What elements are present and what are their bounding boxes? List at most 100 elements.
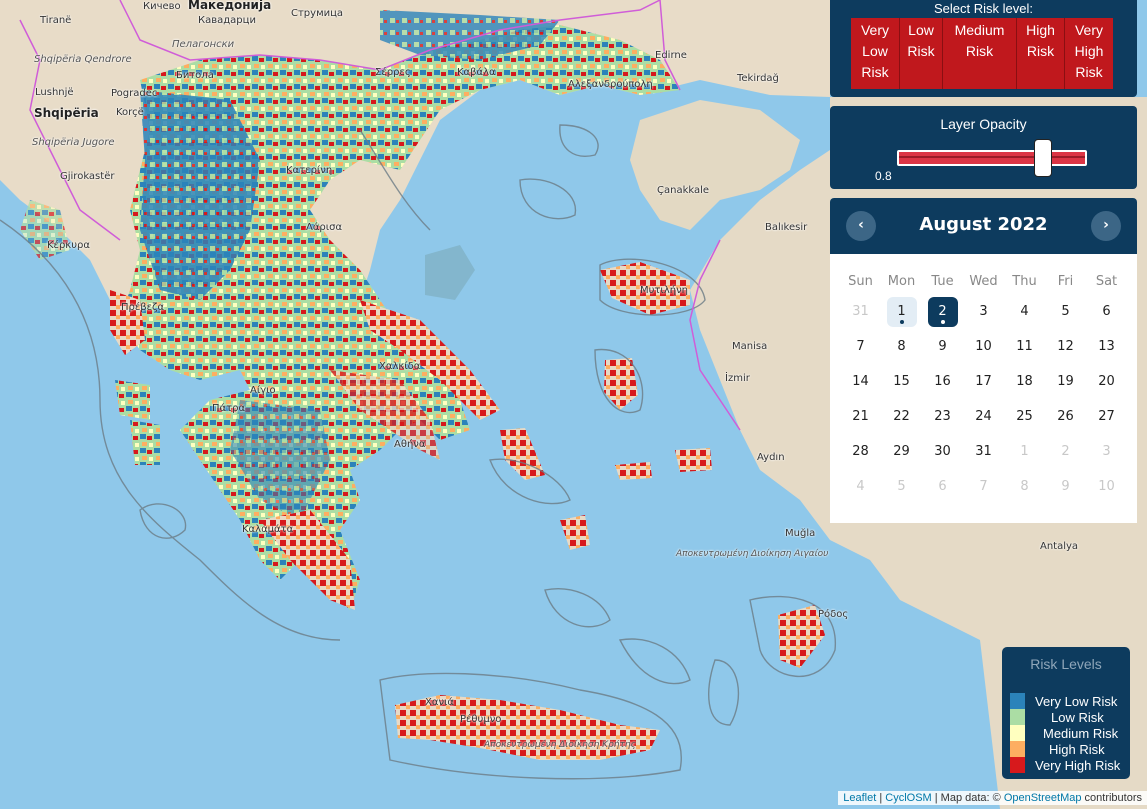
opacity-slider-thumb[interactable]: [1034, 139, 1052, 177]
calendar-day[interactable]: 18: [1004, 366, 1045, 401]
calendar-day-number: 20: [1098, 374, 1115, 389]
map-label: Χανιά: [425, 697, 455, 708]
calendar-day[interactable]: 15: [881, 366, 922, 401]
calendar-day[interactable]: 16: [922, 366, 963, 401]
risk-legend: Risk Levels Very Low Risk Low Risk Mediu…: [1002, 647, 1130, 779]
calendar-day-number: 24: [975, 409, 992, 424]
map-label: Χαλκίδα: [379, 361, 421, 372]
calendar-day[interactable]: 9: [922, 331, 963, 366]
calendar-day-outside: 6: [922, 471, 963, 506]
weekday-label: Wed: [969, 274, 998, 289]
cyclosm-link[interactable]: CyclOSM: [885, 792, 931, 804]
calendar-day-number: 31: [852, 304, 869, 319]
calendar-day[interactable]: 25: [1004, 401, 1045, 436]
risk-level-buttons: Very Low Risk Low Risk Medium Risk High …: [851, 18, 1113, 89]
calendar-day[interactable]: 20: [1086, 366, 1127, 401]
calendar-day[interactable]: 7: [840, 331, 881, 366]
calendar-grid: Sun Mon Tue Wed Thu Fri Sat 31 1 2 3 4 5 6 7 8 9 10 11 12 13…: [840, 268, 1127, 506]
risk-button-medium[interactable]: Medium Risk: [943, 18, 1017, 89]
layer-opacity-title: Layer Opacity: [940, 116, 1027, 132]
risk-button-high[interactable]: High Risk: [1017, 18, 1065, 89]
calendar-day-number: 17: [975, 374, 992, 389]
calendar-day[interactable]: 17: [963, 366, 1004, 401]
calendar-day[interactable]: 21: [840, 401, 881, 436]
map-label: Tiranë: [40, 15, 72, 26]
calendar-day[interactable]: 14: [840, 366, 881, 401]
calendar-day[interactable]: 26: [1045, 401, 1086, 436]
calendar-day-number: 14: [852, 374, 869, 389]
calendar-day[interactable]: 1: [881, 296, 922, 331]
calendar-day[interactable]: 10: [963, 331, 1004, 366]
calendar-day[interactable]: 27: [1086, 401, 1127, 436]
calendar-day-number: 13: [1098, 339, 1115, 354]
calendar-day[interactable]: 22: [881, 401, 922, 436]
calendar-day[interactable]: 30: [922, 436, 963, 471]
legend-item: Very High Risk: [1010, 757, 1120, 773]
calendar-day[interactable]: 11: [1004, 331, 1045, 366]
calendar-day-outside: 4: [840, 471, 881, 506]
map-label: Битола: [176, 70, 214, 81]
calendar-day-number: 10: [1098, 479, 1115, 494]
map-label: Кавадарци: [198, 15, 256, 26]
calendar-day[interactable]: 29: [881, 436, 922, 471]
map-label: Tekirdağ: [737, 73, 779, 84]
calendar-day[interactable]: 23: [922, 401, 963, 436]
map-label: Καβάλα: [457, 67, 496, 78]
risk-button-very-low[interactable]: Very Low Risk: [851, 18, 900, 89]
calendar-day[interactable]: 5: [1045, 296, 1086, 331]
calendar-day[interactable]: 2: [922, 296, 963, 331]
calendar-day-number: 6: [938, 479, 947, 494]
openstreetmap-link[interactable]: OpenStreetMap: [1004, 792, 1082, 804]
map-label: Струмица: [291, 8, 344, 19]
map-label: Aydın: [757, 452, 785, 463]
legend-swatch: [1010, 693, 1025, 709]
calendar-day[interactable]: 28: [840, 436, 881, 471]
attribution-separator: |: [876, 792, 886, 804]
calendar-day-number: 27: [1098, 409, 1115, 424]
legend-item: High Risk: [1010, 741, 1120, 757]
calendar-day-number: 10: [975, 339, 992, 354]
map-label: Καλαμάτα: [242, 524, 294, 535]
calendar-day[interactable]: 4: [1004, 296, 1045, 331]
calendar-day[interactable]: 24: [963, 401, 1004, 436]
calendar-day[interactable]: 13: [1086, 331, 1127, 366]
legend-item: Low Risk: [1010, 709, 1120, 725]
calendar-day-number: 25: [1016, 409, 1033, 424]
calendar-week-row: 21 22 23 24 25 26 27: [840, 401, 1127, 436]
weekday-label: Fri: [1057, 274, 1074, 289]
calendar-day[interactable]: 6: [1086, 296, 1127, 331]
calendar-week-row: 4 5 6 7 8 9 10: [840, 471, 1127, 506]
legend-label: Medium Risk: [1043, 725, 1119, 741]
calendar-day[interactable]: 12: [1045, 331, 1086, 366]
opacity-slider-track[interactable]: [897, 150, 1087, 166]
map-label: Korçë: [116, 107, 144, 118]
calendar-day-outside: 8: [1004, 471, 1045, 506]
calendar-day-number: 5: [1061, 304, 1070, 319]
calendar-day-number: 7: [856, 339, 865, 354]
calendar-day[interactable]: 31: [963, 436, 1004, 471]
calendar-day-number: 22: [893, 409, 910, 424]
calendar-day-number: 15: [893, 374, 910, 389]
calendar-day[interactable]: 3: [963, 296, 1004, 331]
opacity-value: 0.8: [875, 169, 892, 183]
chevron-right-icon[interactable]: ›: [1091, 211, 1121, 241]
legend-label: Very Low Risk: [1035, 693, 1118, 709]
legend-label: Low Risk: [1051, 709, 1104, 725]
map-label: Πρέβεζα: [121, 302, 165, 313]
calendar-day-number: 5: [897, 479, 906, 494]
calendar-week-row: 28 29 30 31 1 2 3: [840, 436, 1127, 471]
map-label: Македонија: [188, 0, 272, 12]
map-label: Αθήνα: [394, 439, 426, 450]
risk-button-low[interactable]: Low Risk: [900, 18, 943, 89]
calendar-day-number: 16: [934, 374, 951, 389]
leaflet-link[interactable]: Leaflet: [843, 792, 876, 804]
calendar-day-number: 11: [1016, 339, 1033, 354]
attribution-text-end: contributors: [1081, 792, 1142, 804]
calendar-day[interactable]: 19: [1045, 366, 1086, 401]
calendar-day-number: 1: [1020, 444, 1029, 459]
risk-level-panel: Select Risk level: Very Low Risk Low Ris…: [830, 0, 1137, 97]
map-label: Αίγιο: [250, 385, 276, 396]
risk-button-very-high[interactable]: Very High Risk: [1065, 18, 1113, 89]
calendar-day[interactable]: 8: [881, 331, 922, 366]
legend-label: High Risk: [1049, 741, 1105, 757]
